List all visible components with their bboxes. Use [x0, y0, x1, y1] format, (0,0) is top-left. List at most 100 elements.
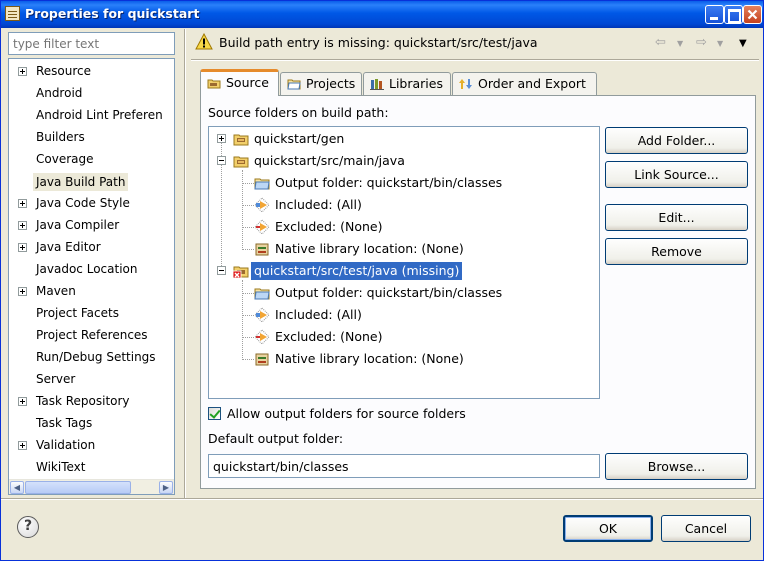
- forward-arrow-icon[interactable]: ⇨: [696, 35, 707, 50]
- native-library-icon: [255, 243, 269, 256]
- nav-item[interactable]: Builders: [9, 127, 174, 149]
- panel-divider[interactable]: [184, 29, 186, 499]
- nav-item[interactable]: Project References: [9, 325, 174, 347]
- tree-node-label: Native library location: (None): [275, 351, 464, 366]
- source-folder-node[interactable]: quickstart/src/test/java (missing): [209, 260, 599, 282]
- expand-plus-icon[interactable]: [217, 134, 226, 143]
- source-attribute-node[interactable]: Output folder: quickstart/bin/classes: [209, 282, 599, 304]
- nav-item[interactable]: Java Editor: [9, 237, 174, 259]
- properties-dialog: Properties for quickstart Resource Androi…: [0, 0, 764, 561]
- help-icon[interactable]: ?: [17, 516, 39, 538]
- nav-item[interactable]: Run/Debug Settings: [9, 347, 174, 369]
- nav-item-label: Server: [36, 372, 76, 386]
- included-icon: [254, 307, 270, 322]
- expand-plus-icon[interactable]: [18, 287, 27, 296]
- tree-node-label: Native library location: (None): [275, 241, 464, 256]
- tab-order-and-export-label: Order and Export: [478, 76, 586, 91]
- native-library-icon: [255, 353, 269, 366]
- cancel-button[interactable]: Cancel: [661, 515, 751, 542]
- expand-plus-icon[interactable]: [18, 221, 27, 230]
- source-attribute-node[interactable]: Excluded: (None): [209, 216, 599, 238]
- allow-output-folders-label[interactable]: Allow output folders for source folders: [227, 406, 466, 421]
- nav-item[interactable]: Javadoc Location: [9, 259, 174, 281]
- collapse-minus-icon[interactable]: [217, 266, 226, 275]
- tab-libraries[interactable]: Libraries: [363, 72, 451, 95]
- nav-item[interactable]: Validation: [9, 435, 174, 457]
- nav-item[interactable]: Maven: [9, 281, 174, 303]
- browse-button[interactable]: Browse...: [605, 453, 748, 480]
- tree-node-label: quickstart/gen: [254, 131, 345, 146]
- nav-item[interactable]: Android Lint Preferen: [9, 105, 174, 127]
- source-attribute-node[interactable]: Excluded: (None): [209, 326, 599, 348]
- expand-plus-icon[interactable]: [18, 441, 27, 450]
- package-folder-icon: [233, 156, 249, 168]
- horizontal-scrollbar[interactable]: ◀ ▶: [9, 479, 174, 494]
- title-bar[interactable]: Properties for quickstart: [1, 1, 763, 28]
- nav-item[interactable]: Server: [9, 369, 174, 391]
- nav-item[interactable]: WikiText: [9, 457, 174, 479]
- link-source-button[interactable]: Link Source...: [605, 161, 748, 188]
- view-menu-icon[interactable]: ▼: [739, 38, 747, 49]
- nav-item[interactable]: Java Build Path: [9, 171, 174, 193]
- nav-item-label: WikiText: [36, 460, 86, 474]
- source-attribute-node[interactable]: Included: (All): [209, 304, 599, 326]
- nav-item-label: Android: [36, 86, 83, 100]
- nav-item[interactable]: Android: [9, 83, 174, 105]
- package-folder-icon: [233, 134, 249, 146]
- remove-button[interactable]: Remove: [605, 238, 748, 265]
- back-arrow-icon[interactable]: ⇦: [655, 35, 666, 50]
- source-attribute-node[interactable]: Included: (All): [209, 194, 599, 216]
- source-attribute-node[interactable]: Native library location: (None): [209, 238, 599, 260]
- ok-button[interactable]: OK: [563, 515, 653, 542]
- expand-plus-icon[interactable]: [18, 243, 27, 252]
- nav-item-label: Task Repository: [36, 394, 130, 408]
- scroll-thumb[interactable]: [25, 481, 131, 494]
- tab-source-label: Source: [226, 75, 269, 90]
- default-output-folder-field[interactable]: [208, 454, 600, 478]
- nav-item[interactable]: Task Repository: [9, 391, 174, 413]
- tab-source[interactable]: Source: [200, 69, 279, 96]
- output-folder-icon: [254, 288, 270, 300]
- tree-node-label: Included: (All): [275, 197, 362, 212]
- minimize-button[interactable]: [705, 5, 724, 24]
- close-button[interactable]: [743, 5, 762, 24]
- source-folder-node[interactable]: quickstart/gen: [209, 128, 599, 150]
- maximize-button[interactable]: [724, 5, 743, 24]
- nav-item-label: Java Editor: [36, 240, 101, 254]
- edit-button[interactable]: Edit...: [605, 204, 748, 231]
- nav-item-label: Task Tags: [36, 416, 93, 430]
- close-icon: [747, 9, 758, 20]
- nav-item[interactable]: Coverage: [9, 149, 174, 171]
- tab-order-and-export[interactable]: Order and Export: [452, 72, 597, 95]
- source-folders-tree[interactable]: quickstart/gen quickstart/src/main/java Ou…: [208, 126, 600, 399]
- forward-dropdown-icon[interactable]: ▼: [717, 39, 723, 48]
- scroll-left-button[interactable]: ◀: [10, 481, 24, 494]
- expand-plus-icon[interactable]: [18, 199, 27, 208]
- window-title: Properties for quickstart: [25, 6, 200, 21]
- excluded-icon: [254, 329, 270, 344]
- nav-item[interactable]: Task Tags: [9, 413, 174, 435]
- nav-item[interactable]: Project Facets: [9, 303, 174, 325]
- source-attribute-node[interactable]: Native library location: (None): [209, 348, 599, 370]
- tab-libraries-label: Libraries: [389, 76, 443, 91]
- included-icon: [254, 197, 270, 212]
- nav-item-label: Coverage: [36, 152, 94, 166]
- scroll-right-button[interactable]: ▶: [159, 481, 173, 494]
- nav-item[interactable]: Resource: [9, 61, 174, 83]
- back-dropdown-icon[interactable]: ▼: [677, 39, 683, 48]
- tree-node-label: Excluded: (None): [275, 329, 383, 344]
- source-folder-node[interactable]: quickstart/src/main/java: [209, 150, 599, 172]
- nav-item-label: Resource: [36, 64, 92, 78]
- nav-item[interactable]: Java Code Style: [9, 193, 174, 215]
- source-attribute-node[interactable]: Output folder: quickstart/bin/classes: [209, 172, 599, 194]
- expand-plus-icon[interactable]: [18, 397, 27, 406]
- expand-plus-icon[interactable]: [18, 67, 27, 76]
- allow-output-folders-checkbox[interactable]: [208, 407, 221, 420]
- collapse-minus-icon[interactable]: [217, 156, 226, 165]
- projects-icon: [287, 79, 301, 90]
- tab-projects[interactable]: Projects: [280, 72, 362, 95]
- nav-item[interactable]: Java Compiler: [9, 215, 174, 237]
- filter-input[interactable]: [8, 32, 175, 55]
- add-folder-button[interactable]: Add Folder...: [605, 127, 748, 154]
- tree-node-label: quickstart/src/test/java (missing): [251, 262, 463, 280]
